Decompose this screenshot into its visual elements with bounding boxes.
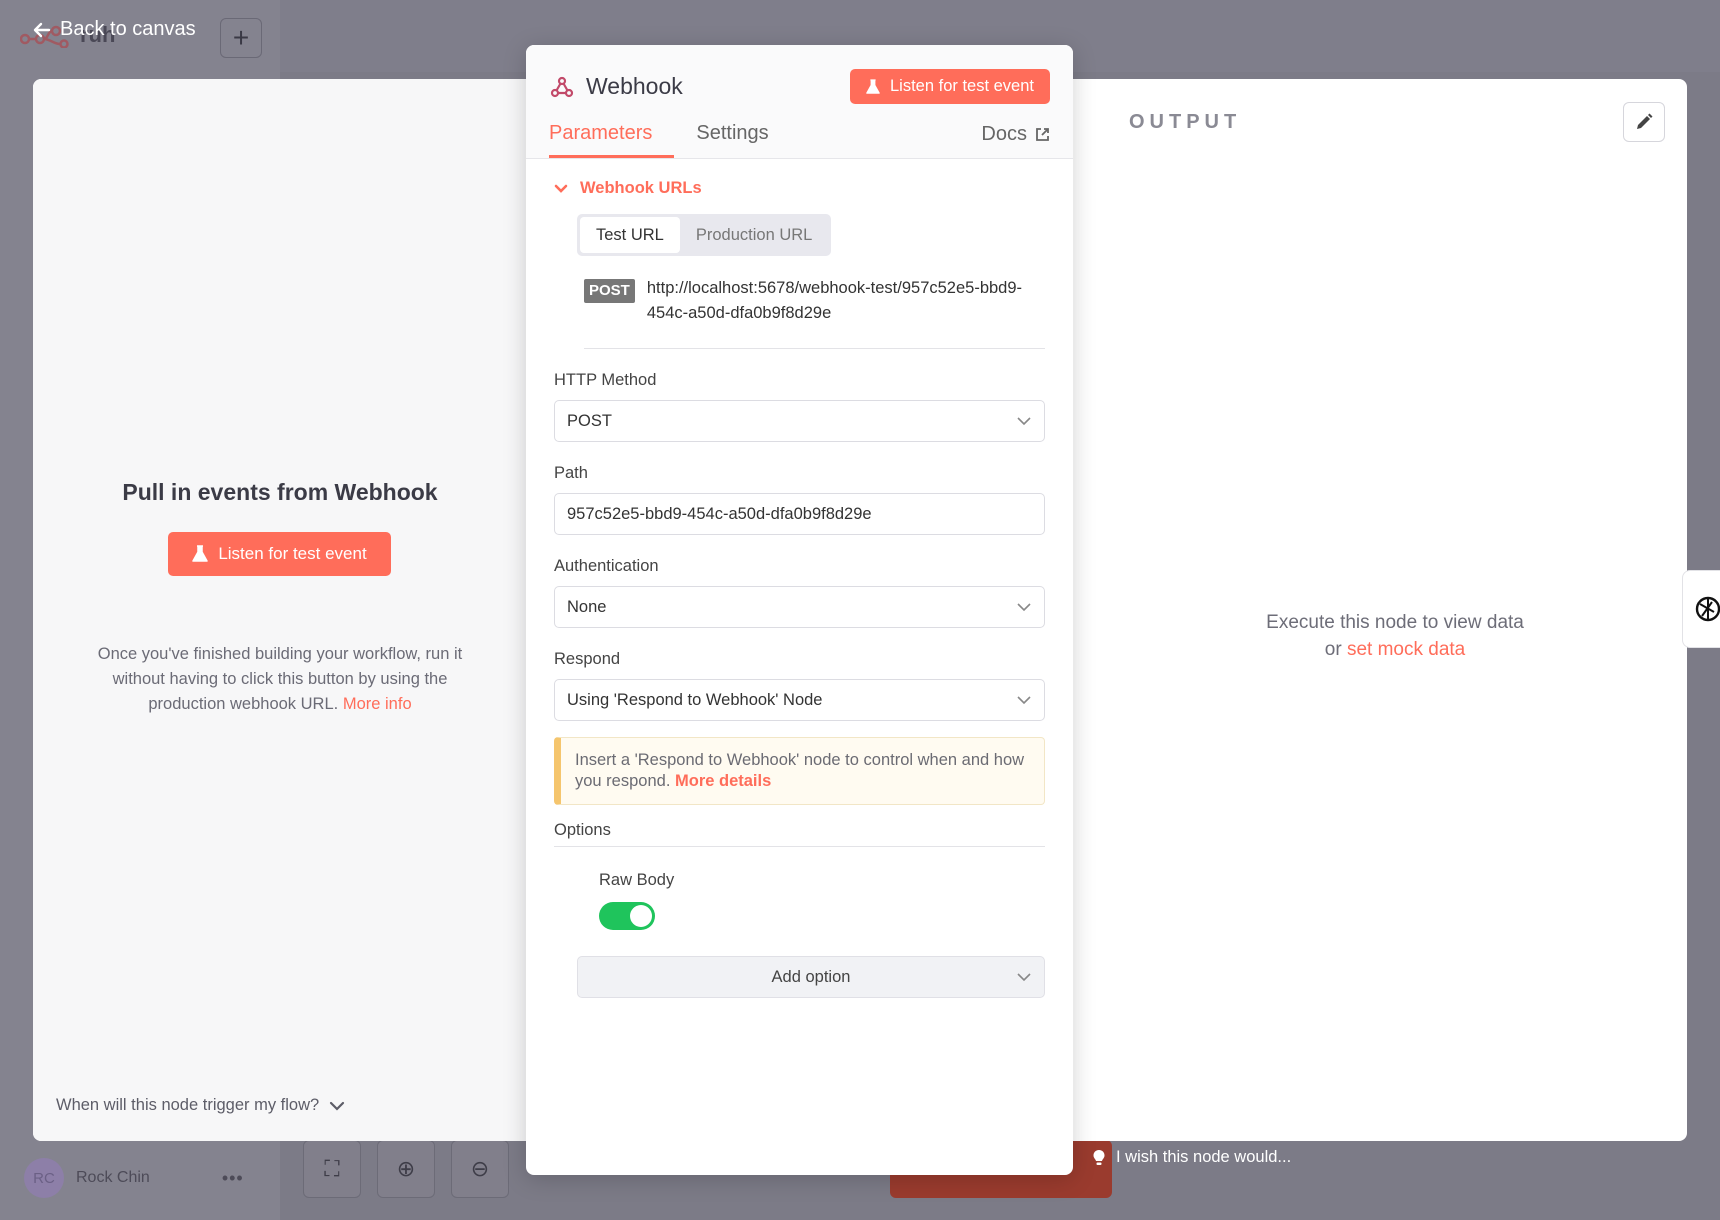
respond-select[interactable]: Using 'Respond to Webhook' Node bbox=[554, 679, 1045, 721]
more-details-link[interactable]: More details bbox=[675, 772, 771, 790]
listen-test-event-button[interactable]: Listen for test event bbox=[168, 532, 391, 576]
fit-view-icon[interactable]: ⛶ bbox=[303, 1140, 361, 1198]
listen-label: Listen for test event bbox=[218, 544, 367, 563]
node-header: Webhook Listen for test event Parameters… bbox=[526, 45, 1073, 159]
authentication-select[interactable]: None bbox=[554, 586, 1045, 628]
chevron-down-icon bbox=[1017, 973, 1031, 982]
chevron-down-icon bbox=[1017, 603, 1031, 612]
path-label: Path bbox=[554, 464, 588, 482]
back-to-canvas-label: Back to canvas bbox=[60, 18, 196, 40]
options-label: Options bbox=[554, 821, 1045, 847]
respond-value: Using 'Respond to Webhook' Node bbox=[567, 690, 823, 709]
node-title-text: Webhook bbox=[586, 73, 683, 99]
flask-icon bbox=[866, 78, 880, 94]
input-title: Pull in events from Webhook bbox=[122, 479, 438, 505]
webhook-url-row[interactable]: POST http://localhost:5678/webhook-test/… bbox=[584, 276, 1045, 349]
more-icon[interactable]: ••• bbox=[222, 1168, 244, 1189]
tab-parameters[interactable]: Parameters bbox=[549, 122, 675, 158]
tab-production-url[interactable]: Production URL bbox=[680, 217, 828, 253]
output-message-or: or bbox=[1324, 639, 1342, 660]
input-panel: Pull in events from Webhook Listen for t… bbox=[33, 79, 527, 1141]
lightbulb-icon bbox=[1093, 1149, 1105, 1165]
notice-text: Insert a 'Respond to Webhook' node to co… bbox=[575, 751, 1025, 790]
authentication-value: None bbox=[567, 597, 607, 616]
webhook-urls-toggle[interactable]: Webhook URLs bbox=[554, 179, 1045, 198]
chevron-down-icon bbox=[1017, 696, 1031, 705]
http-method-select[interactable]: POST bbox=[554, 400, 1045, 442]
respond-notice: Insert a 'Respond to Webhook' node to co… bbox=[554, 737, 1045, 805]
back-to-canvas-button[interactable]: Back to canvas bbox=[32, 18, 196, 41]
flask-icon bbox=[192, 545, 209, 562]
output-message-line: Execute this node to view data bbox=[1266, 612, 1524, 633]
path-value: 957c52e5-bbd9-454c-a50d-dfa0b9f8d29e bbox=[567, 504, 872, 523]
path-input[interactable]: 957c52e5-bbd9-454c-a50d-dfa0b9f8d29e bbox=[554, 493, 1045, 535]
ai-assistant-tab[interactable] bbox=[1682, 570, 1720, 648]
more-info-link[interactable]: More info bbox=[343, 695, 412, 713]
output-label: OUTPUT bbox=[1129, 111, 1242, 133]
authentication-label: Authentication bbox=[554, 557, 659, 575]
raw-body-label: Raw Body bbox=[599, 871, 675, 889]
url-type-switch: Test URL Production URL bbox=[577, 214, 832, 256]
node-settings-panel: Webhook Listen for test event Parameters… bbox=[526, 45, 1073, 1175]
input-description: Once you've finished building your workf… bbox=[73, 642, 487, 717]
node-listen-label: Listen for test event bbox=[890, 77, 1034, 95]
add-option-label: Add option bbox=[771, 967, 851, 986]
node-listen-test-event-button[interactable]: Listen for test event bbox=[850, 69, 1050, 104]
webhook-url[interactable]: http://localhost:5678/webhook-test/957c5… bbox=[647, 276, 1027, 326]
output-panel: OUTPUT Execute this node to view data or… bbox=[1073, 79, 1687, 1141]
feedback-wish[interactable]: I wish this node would... bbox=[1092, 1148, 1291, 1167]
avatar: RC bbox=[24, 1158, 64, 1198]
edit-output-button[interactable] bbox=[1623, 102, 1665, 142]
user-name: Rock Chin bbox=[76, 1169, 150, 1186]
chevron-down-icon bbox=[554, 184, 568, 193]
wish-label: I wish this node would... bbox=[1116, 1148, 1292, 1166]
add-workflow-button[interactable]: + bbox=[220, 18, 262, 58]
openai-icon bbox=[1695, 596, 1720, 622]
zoom-out-icon[interactable]: ⊖ bbox=[451, 1140, 509, 1198]
http-method-value: POST bbox=[567, 411, 612, 430]
method-badge: POST bbox=[584, 279, 635, 303]
respond-label: Respond bbox=[554, 650, 621, 668]
add-option-button[interactable]: Add option bbox=[577, 956, 1045, 998]
webhook-icon bbox=[550, 76, 574, 97]
tab-test-url[interactable]: Test URL bbox=[580, 217, 680, 253]
set-mock-data-link[interactable]: set mock data bbox=[1347, 639, 1465, 660]
node-title: Webhook bbox=[550, 73, 683, 100]
tab-settings[interactable]: Settings bbox=[674, 122, 790, 158]
arrow-left-icon bbox=[33, 22, 51, 37]
raw-body-toggle[interactable] bbox=[599, 902, 655, 930]
external-link-icon bbox=[1036, 128, 1049, 141]
zoom-in-icon[interactable]: ⊕ bbox=[377, 1140, 435, 1198]
chevron-down-icon bbox=[330, 1101, 345, 1111]
docs-label: Docs bbox=[981, 123, 1027, 145]
trigger-question-text: When will this node trigger my flow? bbox=[56, 1096, 320, 1114]
output-message: Execute this node to view data or set mo… bbox=[1073, 609, 1687, 663]
canvas-toolbar: ⛶ ⊕ ⊖ bbox=[303, 1140, 509, 1198]
pencil-icon bbox=[1637, 113, 1653, 129]
node-tabs: Parameters Settings bbox=[549, 122, 791, 158]
trigger-question[interactable]: When will this node trigger my flow? bbox=[56, 1096, 345, 1115]
user-profile[interactable]: RC Rock Chin ••• bbox=[24, 1158, 244, 1198]
http-method-label: HTTP Method bbox=[554, 371, 657, 389]
node-parameters: Webhook URLs Test URL Production URL POS… bbox=[526, 179, 1073, 998]
chevron-down-icon bbox=[1017, 417, 1031, 426]
webhook-urls-label: Webhook URLs bbox=[580, 179, 702, 197]
docs-link[interactable]: Docs bbox=[981, 123, 1050, 146]
